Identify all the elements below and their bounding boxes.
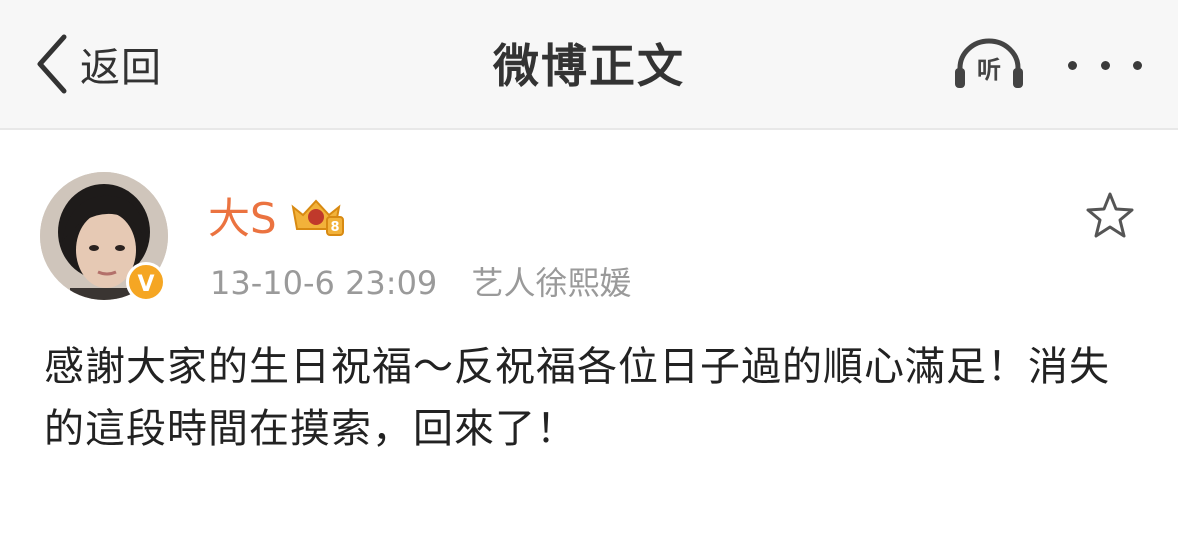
more-dot [1133,60,1142,70]
star-icon[interactable] [1084,190,1136,242]
listen-label: 听 [977,56,1001,84]
svg-text:8: 8 [330,220,339,235]
post-meta: 13-10-6 23:09 艺人徐熙媛 [210,258,631,304]
post-timestamp: 13-10-6 23:09 [210,264,438,302]
verified-badge: V [126,262,166,302]
navbar: 返回 微博正文 听 [0,0,1178,130]
listen-button[interactable]: 听 [952,38,1026,90]
more-dot [1068,60,1077,70]
post-source: 艺人徐熙媛 [471,264,632,302]
more-button[interactable] [1068,50,1142,80]
vip-crown-icon: 8 [287,193,345,237]
author-name[interactable]: 大S [208,185,277,246]
author-row: 大S 8 [208,190,345,243]
more-dot [1100,60,1110,70]
post-content: 感謝大家的生日祝福～反祝福各位日子過的順心滿足！消失的這段時間在摸索，回來了！ [44,344,1110,452]
